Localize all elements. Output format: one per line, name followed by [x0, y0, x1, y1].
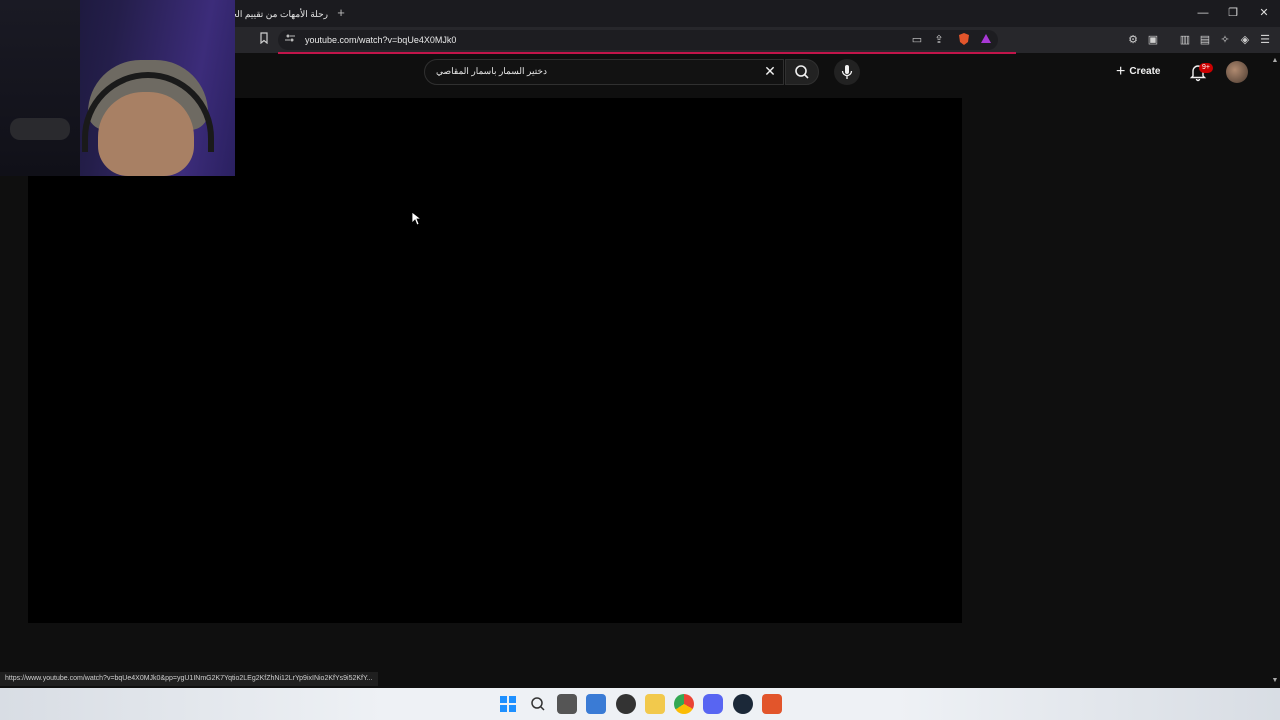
cursor-icon	[411, 211, 421, 226]
brave-rewards-icon[interactable]	[978, 32, 994, 48]
search-icon	[795, 65, 809, 79]
vpn-icon[interactable]: ◈	[1237, 32, 1253, 48]
brave-icon[interactable]	[762, 694, 782, 714]
steam-icon[interactable]	[733, 694, 753, 714]
clear-icon[interactable]: ✕	[762, 63, 778, 79]
discord-icon[interactable]	[703, 694, 723, 714]
scroll-down-icon[interactable]: ▼	[1270, 676, 1280, 686]
extensions-icon[interactable]: ⚙	[1125, 32, 1141, 48]
notifications-badge: 9+	[1199, 63, 1213, 73]
task-view-icon[interactable]	[557, 694, 577, 714]
sidebar-icon[interactable]: ▥	[1177, 32, 1193, 48]
taskbar-search-icon[interactable]	[528, 694, 548, 714]
avatar[interactable]	[1226, 61, 1248, 83]
brave-shields-icon[interactable]	[956, 32, 972, 48]
streamer-microphone	[10, 118, 70, 140]
chrome-icon[interactable]	[674, 694, 694, 714]
new-tab-button[interactable]: +	[334, 5, 348, 21]
create-button[interactable]: + Create	[1116, 61, 1176, 83]
webcam-overlay	[0, 0, 235, 176]
start-button[interactable]	[498, 694, 518, 714]
plus-icon: +	[1116, 63, 1126, 80]
scroll-up-icon[interactable]: ▲	[1270, 56, 1280, 66]
obs-icon[interactable]	[616, 694, 636, 714]
file-explorer-icon[interactable]	[645, 694, 665, 714]
bookmark-icon[interactable]	[256, 32, 272, 48]
page-scrollbar[interactable]	[1270, 54, 1280, 686]
voice-search-button[interactable]	[834, 59, 860, 85]
leo-ai-icon[interactable]: ✧	[1217, 32, 1233, 48]
create-label: Create	[1129, 66, 1161, 77]
share-icon[interactable]: ⇪	[931, 32, 947, 48]
menu-icon[interactable]: ☰	[1257, 32, 1273, 48]
cast-icon[interactable]: ▭	[909, 32, 925, 48]
store-icon[interactable]	[586, 694, 606, 714]
search-query-text[interactable]: دختير السمار باسمار المقاصي	[436, 64, 547, 78]
status-link-preview: https://www.youtube.com/watch?v=bqUe4X0M…	[0, 672, 378, 686]
browser-tab[interactable]: رحلة الأمهات من تقييم الجـ	[228, 4, 328, 24]
maximize-button[interactable]: ❐	[1218, 4, 1248, 22]
search-button[interactable]	[785, 59, 819, 85]
address-text[interactable]: youtube.com/watch?v=bqUe4X0MJk0	[305, 33, 456, 47]
webcam-background	[0, 0, 80, 176]
wallet-icon[interactable]: ▤	[1197, 32, 1213, 48]
minimize-button[interactable]: —	[1188, 4, 1218, 22]
video-player[interactable]	[28, 98, 962, 623]
tab-search-icon[interactable]: ▣	[1145, 32, 1161, 48]
os-taskbar	[0, 688, 1280, 720]
site-info-icon[interactable]	[282, 32, 298, 48]
mic-icon	[841, 65, 853, 79]
close-window-button[interactable]: ✕	[1249, 4, 1279, 22]
